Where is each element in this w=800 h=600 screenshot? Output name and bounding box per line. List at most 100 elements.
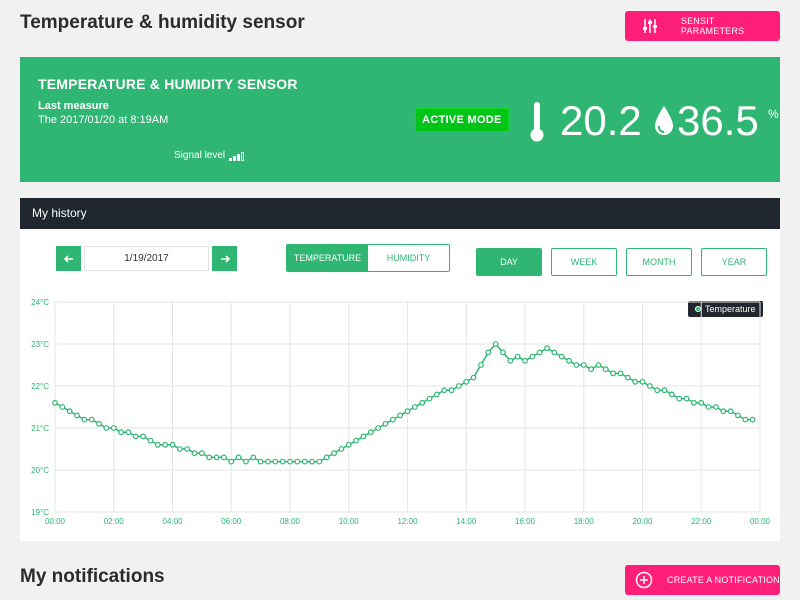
temperature-point <box>140 433 147 440</box>
sensor-name: TEMPERATURE & HUMIDITY SENSOR <box>38 76 298 92</box>
temperature-point <box>624 374 631 381</box>
temperature-point <box>742 416 749 423</box>
temperature-point <box>206 454 213 461</box>
temperature-point <box>360 433 367 440</box>
humidity-value: 36.5 <box>677 97 759 144</box>
tab-humidity[interactable]: HUMIDITY <box>368 245 449 271</box>
temperature-point <box>132 433 139 440</box>
temperature-point <box>705 404 712 410</box>
temperature-point <box>235 454 242 461</box>
temperature-point <box>198 450 205 457</box>
temperature-point <box>470 374 477 381</box>
x-tick-label: 02:00 <box>104 517 125 526</box>
temperature-point <box>382 420 389 427</box>
range-day-button[interactable]: DAY <box>476 248 542 276</box>
temperature-point <box>683 395 690 402</box>
temperature-point <box>668 391 675 398</box>
temperature-point <box>558 353 565 360</box>
create-notification-button[interactable]: CREATE A NOTIFICATION <box>625 565 780 595</box>
x-tick-label: 04:00 <box>162 517 183 526</box>
temperature-point <box>456 383 462 389</box>
temperature-point <box>749 416 756 423</box>
last-measure-label: Last measure <box>38 100 109 112</box>
temperature-point <box>323 454 330 461</box>
add-circle-icon <box>635 571 653 589</box>
temperature-point <box>250 454 257 461</box>
sensit-parameters-button[interactable]: SENSIT PARAMETERS <box>625 11 780 41</box>
humidity-unit: % <box>768 107 779 121</box>
sliders-icon <box>642 19 657 33</box>
signal-bars-icon <box>229 151 245 161</box>
signal-bar <box>237 154 241 161</box>
temperature-point <box>338 446 345 452</box>
temperature-point <box>294 458 301 465</box>
x-tick-label: 12:00 <box>397 517 418 526</box>
temperature-point <box>544 345 550 352</box>
temperature-point <box>88 416 95 423</box>
temperature-point <box>676 395 683 402</box>
x-tick-label: 00:00 <box>750 517 771 526</box>
y-tick-label: 21°C <box>31 424 49 433</box>
temperature-point <box>265 458 271 465</box>
temperature-point <box>463 378 470 385</box>
temperature-point <box>735 412 741 419</box>
temperature-point <box>566 357 572 364</box>
sensit-parameters-label: SENSIT PARAMETERS <box>680 16 745 36</box>
temperature-point <box>448 387 455 394</box>
temperature-point <box>617 370 624 377</box>
range-week-button[interactable]: WEEK <box>551 248 617 276</box>
temperature-point <box>96 420 102 427</box>
temperature-point <box>632 378 639 385</box>
temperature-point <box>345 441 352 448</box>
range-month-button[interactable]: MONTH <box>626 248 692 276</box>
last-measure-value: The 2017/01/20 at 8:19AM <box>38 114 169 126</box>
x-tick-label: 20:00 <box>632 517 653 526</box>
temperature-point <box>147 437 154 444</box>
next-day-button[interactable] <box>212 246 237 271</box>
date-field[interactable]: 1/19/2017 <box>84 246 209 271</box>
temperature-point <box>500 349 506 356</box>
x-tick-label: 22:00 <box>691 517 712 526</box>
x-tick-label: 06:00 <box>221 517 242 526</box>
water-drop-icon <box>655 106 673 135</box>
temperature-point <box>221 454 227 461</box>
temperature-point <box>74 412 80 419</box>
y-tick-label: 22°C <box>31 382 49 391</box>
tab-temperature[interactable]: TEMPERATURE <box>287 245 368 271</box>
range-year-button[interactable]: YEAR <box>701 248 767 276</box>
thermometer-icon <box>530 102 544 142</box>
temperature-point <box>580 362 587 368</box>
temperature-point <box>485 349 492 356</box>
previous-day-button[interactable] <box>56 246 81 271</box>
temperature-point <box>301 458 308 465</box>
temperature-point <box>514 353 521 360</box>
temperature-point <box>691 399 697 406</box>
temperature-point <box>727 408 734 415</box>
date-navigator: 1/19/2017 <box>56 246 237 271</box>
temperature-point <box>81 416 88 423</box>
temperature-point <box>176 446 183 452</box>
temperature-point <box>426 395 433 402</box>
temperature-point <box>433 391 440 398</box>
history-card: My history 1/19/2017 TEMPERATURE HUMIDIT… <box>20 198 780 541</box>
temperature-point <box>713 404 719 410</box>
arrow-right-icon <box>220 254 230 263</box>
temperature-point <box>162 441 169 448</box>
signal-level-label: Signal level <box>174 150 226 161</box>
temperature-point <box>331 450 337 457</box>
x-tick-label: 16:00 <box>515 517 536 526</box>
temperature-point <box>492 341 499 347</box>
temperature-point <box>441 387 448 394</box>
x-tick-label: 00:00 <box>45 517 66 526</box>
signal-level: Signal level <box>174 150 245 161</box>
x-tick-label: 10:00 <box>339 517 360 526</box>
notifications-title: My notifications <box>20 566 165 587</box>
temperature-point <box>397 412 404 419</box>
y-tick-label: 20°C <box>31 466 49 475</box>
temperature-point <box>522 357 528 364</box>
temperature-point <box>573 362 580 368</box>
y-tick-label: 19°C <box>31 508 49 517</box>
measure-toggle: TEMPERATURE HUMIDITY <box>286 244 450 272</box>
temperature-point <box>103 425 110 431</box>
temperature-point <box>59 404 66 410</box>
